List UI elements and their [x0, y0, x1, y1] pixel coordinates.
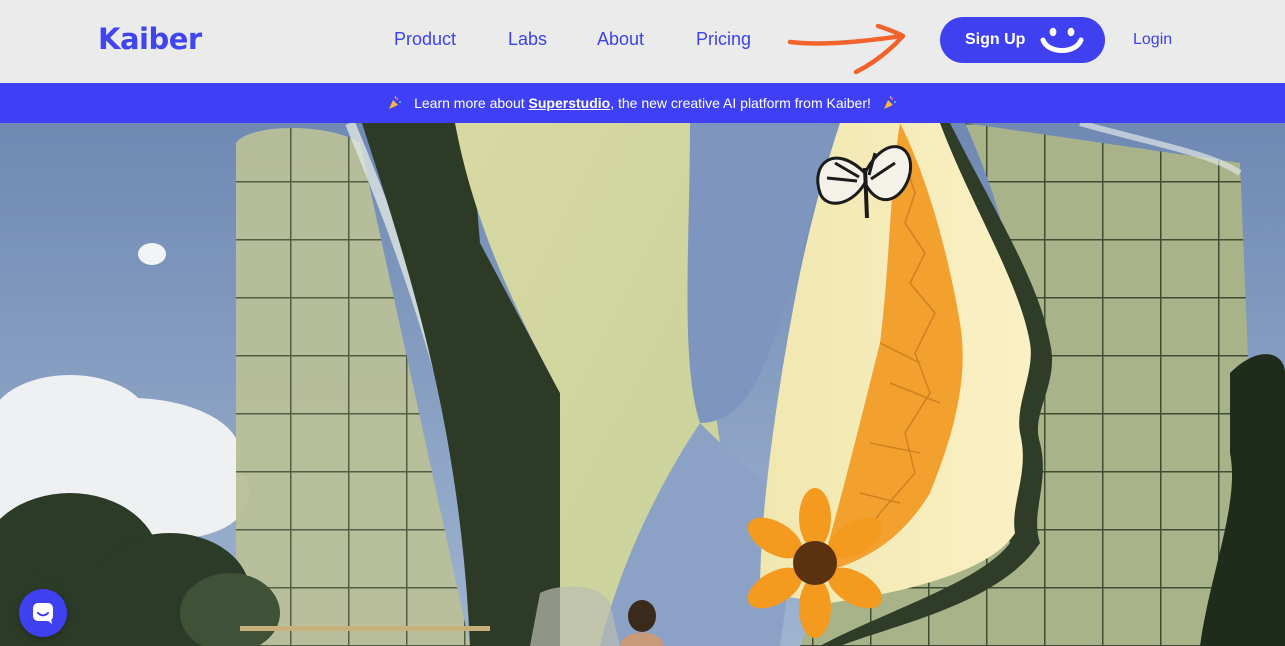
banner-text-after: , the new creative AI platform from Kaib… — [610, 95, 871, 111]
hero-artwork — [0, 123, 1285, 646]
superstudio-link[interactable]: Superstudio — [529, 95, 611, 111]
top-navbar: Kaiber Product Labs About Pricing Sign U… — [0, 0, 1285, 83]
party-popper-icon — [389, 96, 402, 109]
hero-illustration — [0, 123, 1285, 646]
sign-up-label: Sign Up — [965, 31, 1026, 48]
banner-content: Learn more about Superstudio, the new cr… — [0, 95, 1285, 111]
sign-up-button[interactable]: Sign Up — [940, 17, 1105, 63]
nav-link-product[interactable]: Product — [394, 29, 456, 50]
chat-launcher-button[interactable] — [19, 589, 67, 637]
login-link[interactable]: Login — [1133, 31, 1172, 49]
hand-drawn-arrow-icon — [787, 23, 906, 75]
chat-icon — [33, 603, 53, 624]
nav-link-pricing[interactable]: Pricing — [696, 29, 751, 50]
nav-link-about[interactable]: About — [597, 29, 644, 50]
kaiber-logo[interactable]: Kaiber — [98, 22, 202, 56]
banner-text-before: Learn more about — [414, 95, 525, 111]
banner-message: Learn more about Superstudio, the new cr… — [414, 95, 871, 111]
nav-link-labs[interactable]: Labs — [508, 29, 547, 50]
party-popper-icon — [883, 96, 896, 109]
announcement-banner: Learn more about Superstudio, the new cr… — [0, 83, 1285, 123]
smile-icon — [1040, 27, 1084, 53]
